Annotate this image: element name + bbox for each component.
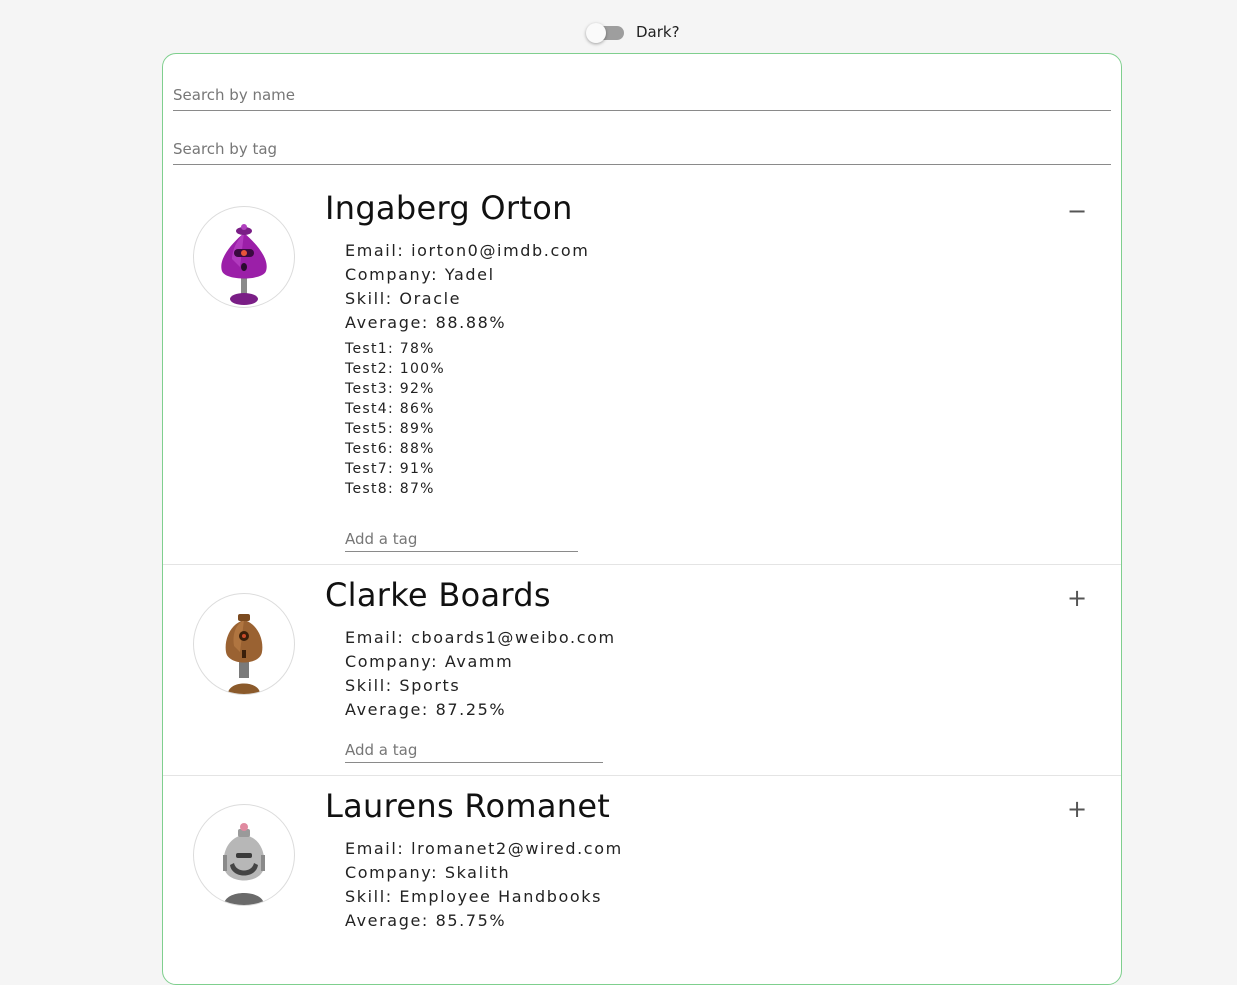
student-card: Ingaberg Orton − Email: iorton0@imdb.com… [163, 189, 1121, 565]
student-company: Company: Avamm [345, 652, 514, 671]
student-average: Average: 88.88% [345, 313, 507, 332]
student-name: Ingaberg Orton [325, 189, 573, 227]
brown-robot-avatar-icon [193, 593, 295, 695]
name-search-input[interactable] [173, 80, 1111, 110]
add-tag-field[interactable] [345, 527, 578, 552]
student-skill: Skill: Sports [345, 676, 461, 695]
student-company: Company: Yadel [345, 265, 495, 284]
student-info: Email: cboards1@weibo.com Company: Avamm… [345, 626, 616, 722]
expand-button[interactable]: + [1067, 586, 1087, 610]
student-company: Company: Skalith [345, 863, 511, 882]
test-score: Test3: 92% [345, 381, 435, 397]
test-score: Test2: 100% [345, 361, 445, 377]
dark-mode-switch[interactable] [586, 22, 624, 43]
add-tag-input[interactable] [345, 527, 578, 551]
name-search-field[interactable] [173, 80, 1111, 111]
student-card: Laurens Romanet + Email: lromanet2@wired… [163, 787, 1121, 984]
dark-mode-toggle-row: Dark? [586, 22, 680, 43]
switch-knob[interactable] [586, 23, 606, 43]
student-email: Email: cboards1@weibo.com [345, 628, 616, 647]
expand-button[interactable]: + [1067, 797, 1087, 821]
student-name: Laurens Romanet [325, 787, 611, 825]
test-score: Test5: 89% [345, 421, 435, 437]
student-skill: Skill: Employee Handbooks [345, 887, 603, 906]
students-card: Ingaberg Orton − Email: iorton0@imdb.com… [162, 53, 1122, 985]
tag-search-input[interactable] [173, 134, 1111, 164]
gray-robot-avatar-icon [193, 804, 295, 906]
student-average: Average: 87.25% [345, 700, 507, 719]
tag-search-field[interactable] [173, 134, 1111, 165]
student-info: Email: iorton0@imdb.com Company: Yadel S… [345, 239, 589, 335]
test-score: Test8: 87% [345, 481, 435, 497]
student-average: Average: 85.75% [345, 911, 507, 930]
add-tag-input[interactable] [345, 738, 603, 762]
student-card: Clarke Boards + Email: cboards1@weibo.co… [163, 576, 1121, 776]
collapse-button[interactable]: − [1067, 199, 1087, 223]
test-score: Test7: 91% [345, 461, 435, 477]
student-name: Clarke Boards [325, 576, 551, 614]
test-score: Test6: 88% [345, 441, 435, 457]
dark-mode-label: Dark? [636, 23, 680, 41]
test-score: Test1: 78% [345, 341, 435, 357]
purple-robot-avatar-icon [193, 206, 295, 308]
test-scores-list: Test1: 78% Test2: 100% Test3: 92% Test4:… [345, 339, 445, 499]
student-email: Email: iorton0@imdb.com [345, 241, 590, 260]
student-email: Email: lromanet2@wired.com [345, 839, 623, 858]
student-info: Email: lromanet2@wired.com Company: Skal… [345, 837, 623, 933]
add-tag-field[interactable] [345, 738, 603, 763]
student-skill: Skill: Oracle [345, 289, 462, 308]
test-score: Test4: 86% [345, 401, 435, 417]
